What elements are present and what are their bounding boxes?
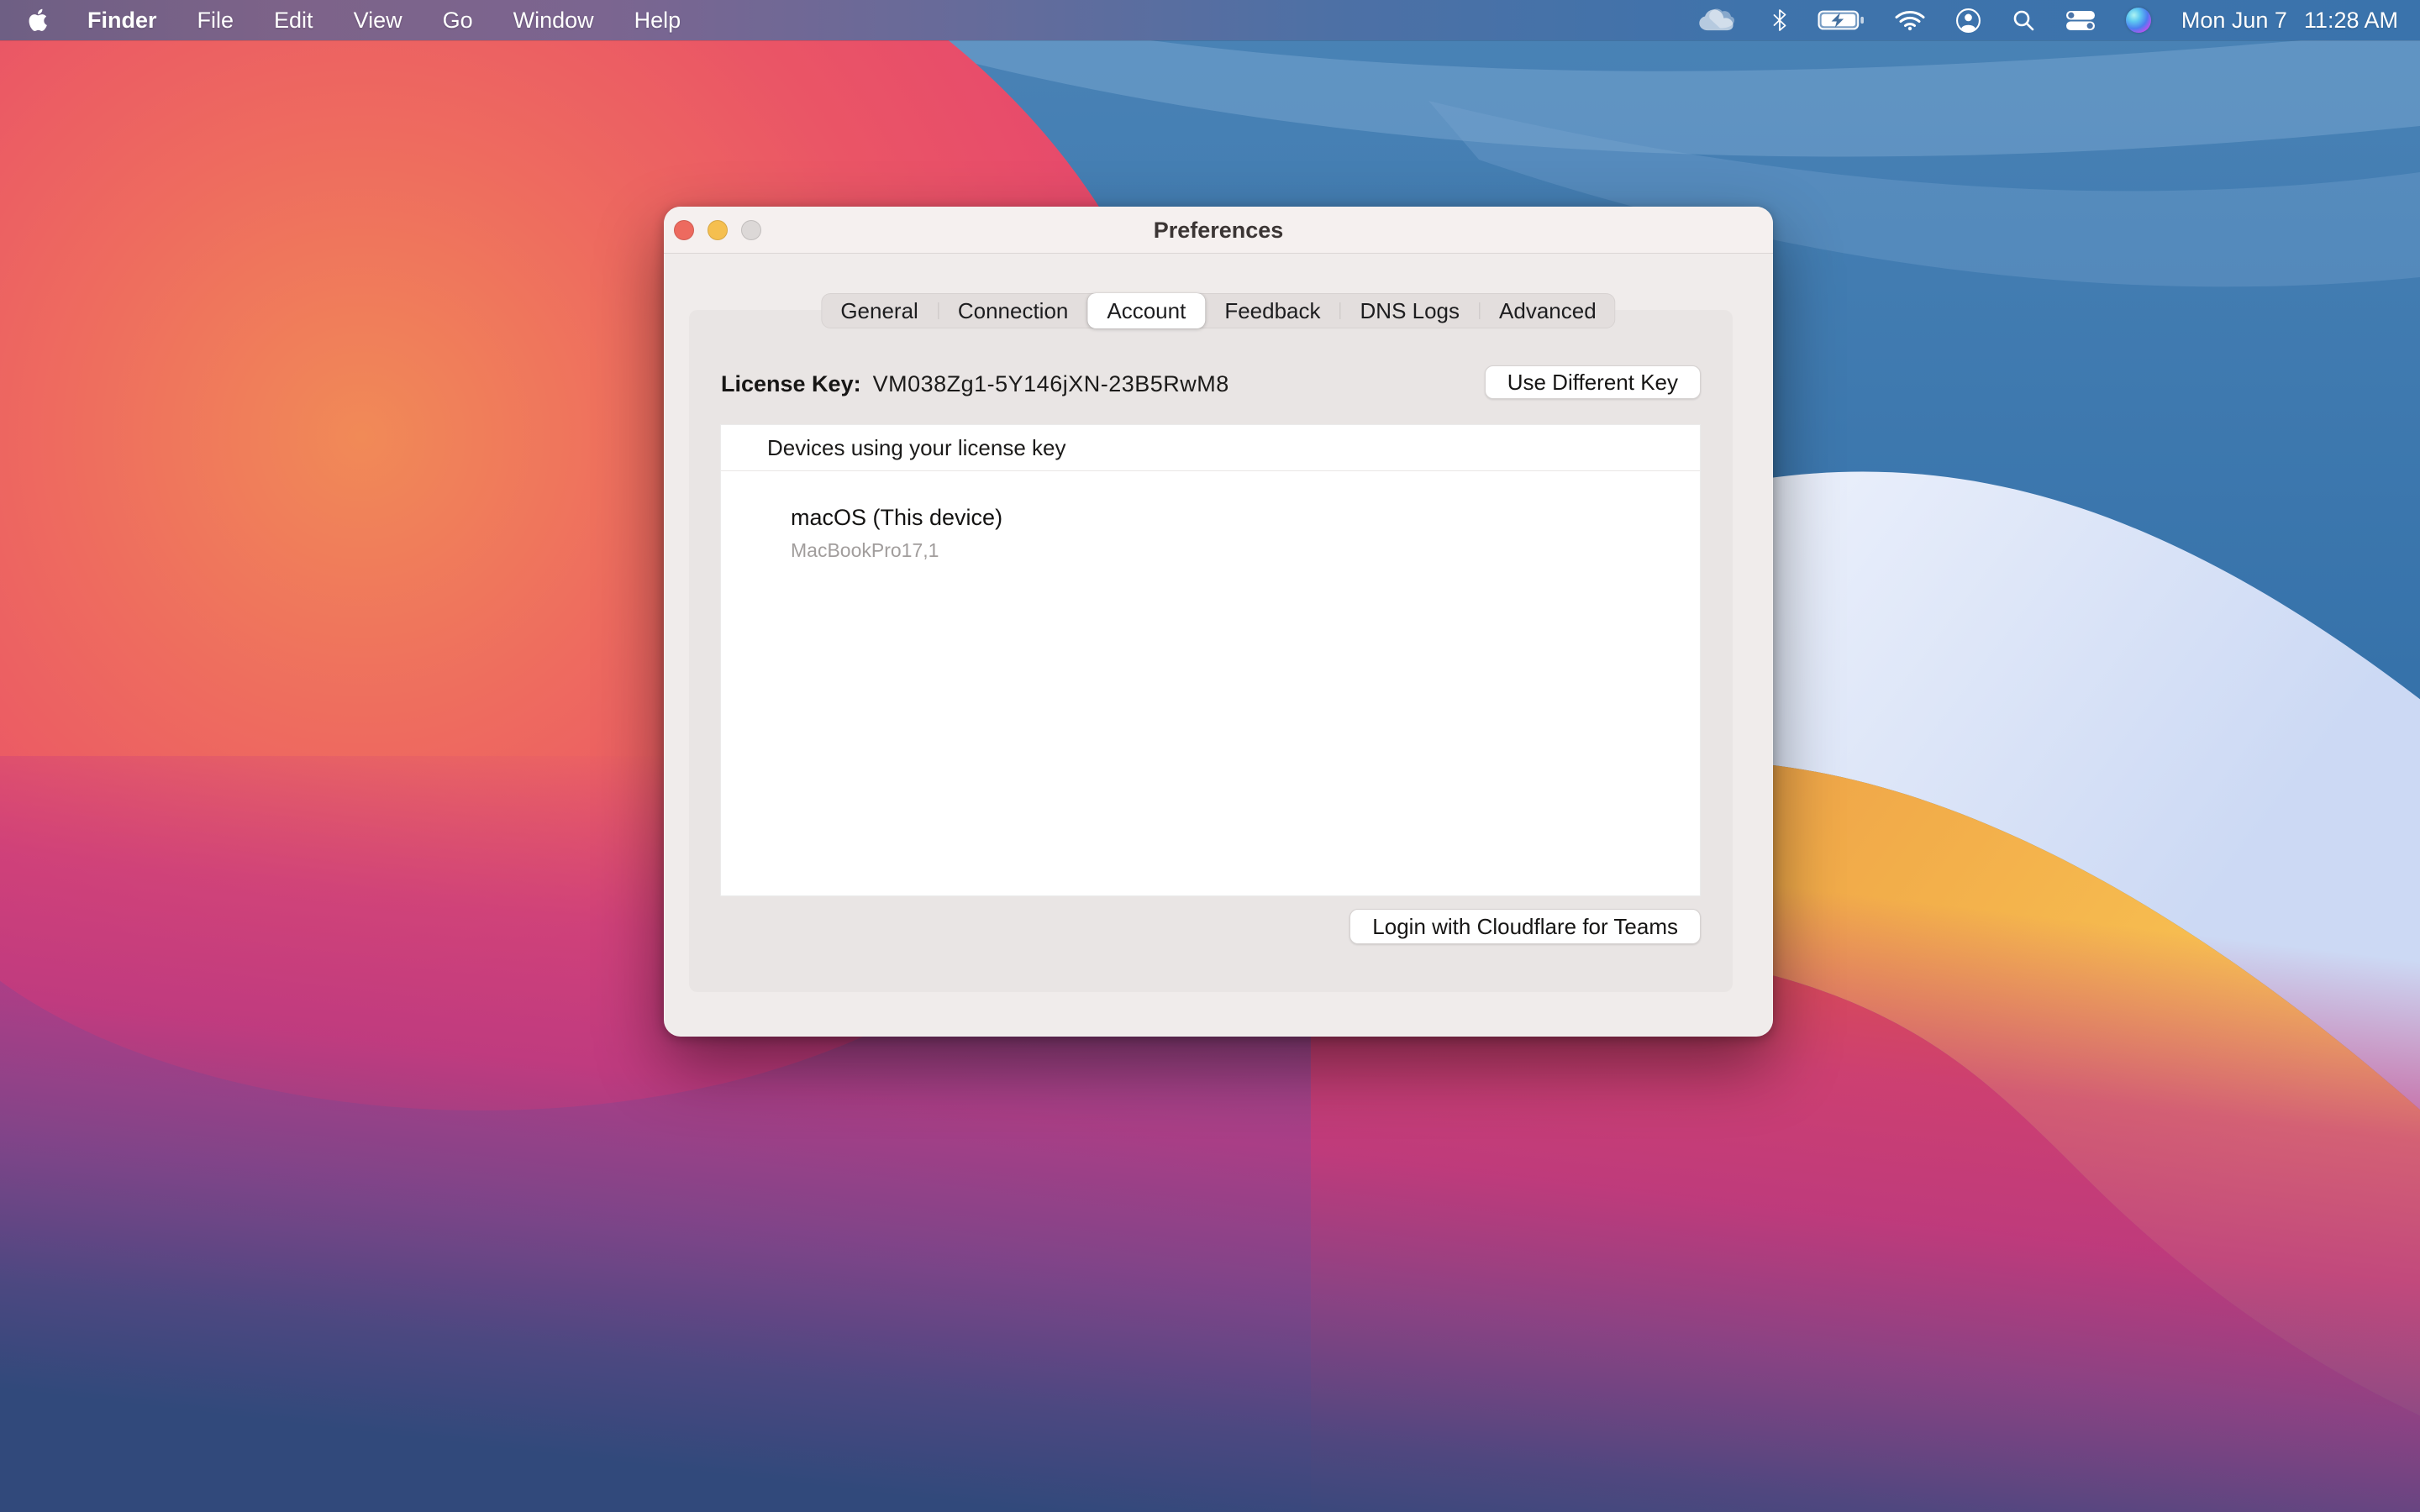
search-icon[interactable] [2012,8,2035,32]
device-model: MacBookPro17,1 [791,539,1700,562]
devices-list-box: Devices using your license key macOS (Th… [720,424,1701,896]
cloudflare-icon[interactable] [1698,7,1742,34]
tab-dns-logs[interactable]: DNS Logs [1341,293,1480,328]
tab-feedback[interactable]: Feedback [1205,293,1339,328]
traffic-lights [674,220,761,240]
tab-general[interactable]: General [821,293,938,328]
tab-advanced[interactable]: Advanced [1480,293,1616,328]
license-key-value: VM038Zg1-5Y146jXN-23B5RwM8 [873,371,1229,397]
close-button[interactable] [674,220,694,240]
menu-bar-left: Finder File Edit View Go Window Help [0,0,701,40]
license-key-label: License Key: [721,371,861,397]
apple-menu-icon[interactable] [24,8,67,32]
siri-icon[interactable] [2126,8,2151,33]
bluetooth-icon[interactable] [1772,8,1787,32]
menu-window[interactable]: Window [493,0,614,40]
use-different-key-button[interactable]: Use Different Key [1485,365,1701,399]
device-list-item[interactable]: macOS (This device) MacBookPro17,1 [721,471,1700,562]
menu-bar-clock[interactable]: Mon Jun 7 11:28 AM [2181,8,2398,34]
menu-bar-status: Mon Jun 7 11:28 AM [1698,7,2420,34]
device-name: macOS (This device) [791,505,1700,531]
menu-finder[interactable]: Finder [67,0,177,40]
window-title: Preferences [664,207,1773,254]
date-text: Mon Jun 7 [2181,8,2287,34]
user-icon[interactable] [1955,8,1981,34]
login-cloudflare-teams-button[interactable]: Login with Cloudflare for Teams [1349,909,1701,944]
menu-bar: Finder File Edit View Go Window Help [0,0,2420,40]
time-text: 11:28 AM [2304,8,2398,34]
menu-view[interactable]: View [334,0,423,40]
devices-list-header: Devices using your license key [721,425,1700,471]
menu-go[interactable]: Go [423,0,493,40]
tab-bar: General Connection Account Feedback DNS … [821,293,1615,328]
account-panel: License Key: VM038Zg1-5Y146jXN-23B5RwM8 … [689,310,1733,992]
minimize-button[interactable] [708,220,728,240]
menu-help[interactable]: Help [614,0,702,40]
license-key-row: License Key: VM038Zg1-5Y146jXN-23B5RwM8 [721,365,1229,402]
menu-file[interactable]: File [177,0,255,40]
tab-account[interactable]: Account [1087,293,1205,328]
zoom-button[interactable] [741,220,761,240]
control-center-icon[interactable] [2065,9,2096,32]
battery-charging-icon[interactable] [1818,8,1865,32]
preferences-window: Preferences License Key: VM038Zg1-5Y146j… [664,207,1773,1037]
window-titlebar[interactable]: Preferences [664,207,1773,254]
wifi-icon[interactable] [1895,8,1925,32]
tab-connection[interactable]: Connection [939,293,1088,328]
menu-edit[interactable]: Edit [254,0,334,40]
